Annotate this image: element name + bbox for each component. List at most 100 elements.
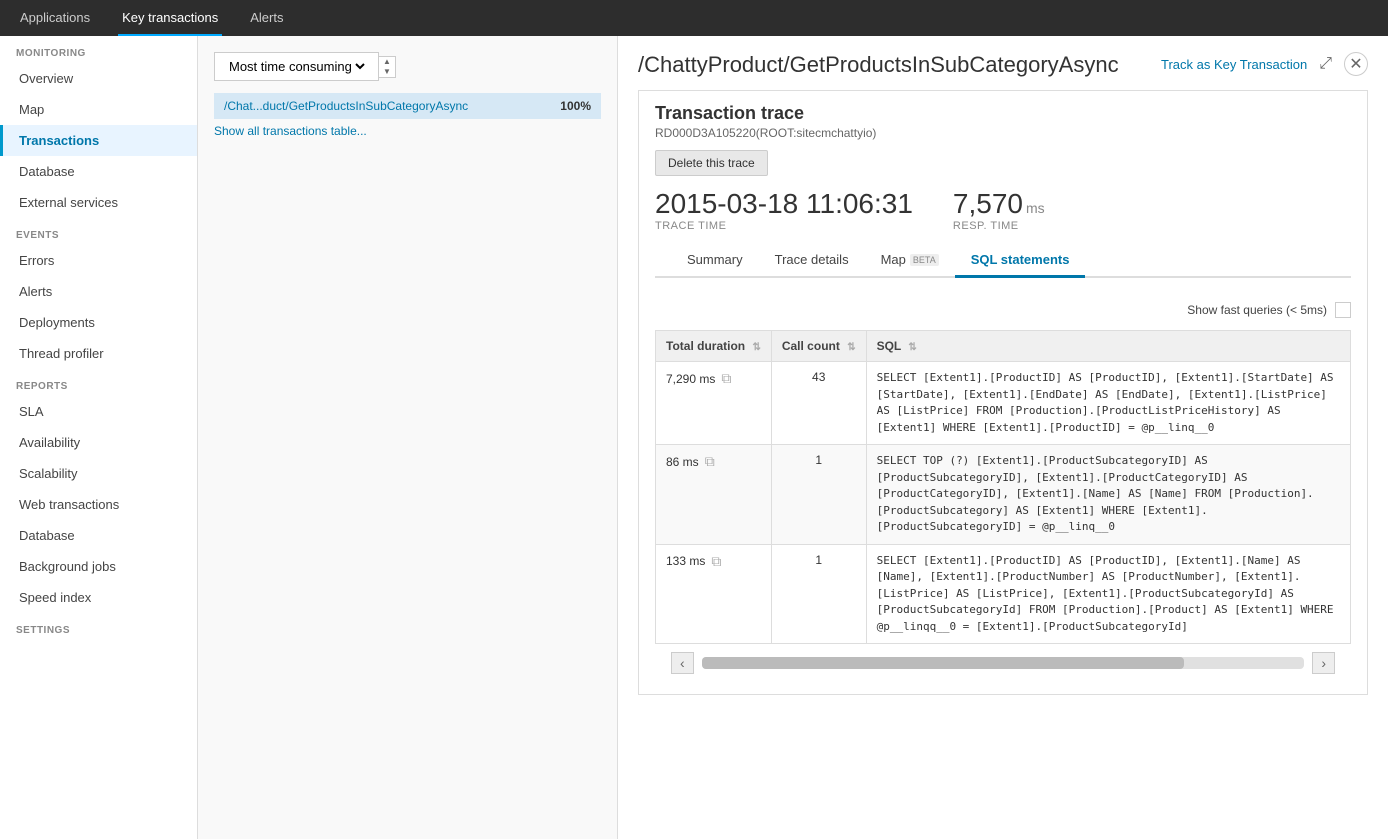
sidebar-item-scalability[interactable]: Scalability bbox=[0, 458, 197, 489]
sql-text-3: SELECT [Extent1].[ProductID] AS [Product… bbox=[877, 553, 1340, 636]
sql-cell-1[interactable]: SELECT [Extent1].[ProductID] AS [Product… bbox=[866, 362, 1350, 445]
tabs-row: Summary Trace details Map BETA SQL state… bbox=[655, 244, 1351, 278]
sidebar: MONITORING Overview Map Transactions Dat… bbox=[0, 36, 198, 839]
main-content: Most time consuming ▲ ▼ /Chat...duct/Get… bbox=[198, 36, 1388, 839]
transaction-row[interactable]: /Chat...duct/GetProductsInSubCategoryAsy… bbox=[214, 93, 601, 119]
trace-time-label: TRACE TIME bbox=[655, 220, 913, 232]
trace-card-title: Transaction trace bbox=[655, 103, 1351, 124]
trace-card-inner: Transaction trace RD000D3A105220(ROOT:si… bbox=[639, 91, 1367, 290]
sidebar-item-transactions[interactable]: Transactions bbox=[0, 125, 197, 156]
dropdown-row: Most time consuming ▲ ▼ bbox=[214, 52, 601, 81]
transaction-pct: 100% bbox=[560, 99, 591, 113]
sort-count-icon: ⇅ bbox=[847, 342, 855, 353]
sidebar-item-map[interactable]: Map bbox=[0, 94, 197, 125]
sidebar-item-background-jobs[interactable]: Background jobs bbox=[0, 551, 197, 582]
close-button[interactable]: ✕ bbox=[1344, 52, 1368, 76]
resp-time-metric: 7,570 ms RESP. TIME bbox=[953, 188, 1045, 232]
trace-time-value: 2015-03-18 11:06:31 bbox=[655, 188, 913, 220]
copy-icon-2[interactable]: ⧉ bbox=[705, 453, 715, 470]
sidebar-section-label-settings: SETTINGS bbox=[0, 613, 197, 640]
nav-key-transactions[interactable]: Key transactions bbox=[118, 0, 222, 36]
trace-time-metric: 2015-03-18 11:06:31 TRACE TIME bbox=[655, 188, 913, 232]
sidebar-item-alerts[interactable]: Alerts bbox=[0, 276, 197, 307]
sidebar-item-sla[interactable]: SLA bbox=[0, 396, 197, 427]
trace-card: Transaction trace RD000D3A105220(ROOT:si… bbox=[638, 90, 1368, 695]
copy-icon-3[interactable]: ⧉ bbox=[711, 553, 721, 570]
col-total-duration[interactable]: Total duration ⇅ bbox=[656, 331, 772, 362]
resp-time-label: RESP. TIME bbox=[953, 220, 1045, 232]
left-panel: Most time consuming ▲ ▼ /Chat...duct/Get… bbox=[198, 36, 618, 839]
sidebar-item-database[interactable]: Database bbox=[0, 156, 197, 187]
count-cell-2: 1 bbox=[771, 445, 866, 545]
sidebar-item-thread-profiler[interactable]: Thread profiler bbox=[0, 338, 197, 369]
copy-icon-1[interactable]: ⧉ bbox=[721, 370, 731, 387]
tab-sql-statements[interactable]: SQL statements bbox=[955, 244, 1086, 278]
sql-text-1: SELECT [Extent1].[ProductID] AS [Product… bbox=[877, 370, 1340, 436]
resp-time-value: 7,570 ms bbox=[953, 188, 1045, 220]
delete-trace-button[interactable]: Delete this trace bbox=[655, 150, 768, 176]
tab-map[interactable]: Map BETA bbox=[865, 244, 955, 278]
col-call-count[interactable]: Call count ⇅ bbox=[771, 331, 866, 362]
table-row[interactable]: 133 ms ⧉ 1 SELECT [Extent1].[ProductID] … bbox=[656, 544, 1351, 644]
sql-text-2: SELECT TOP (?) [Extent1].[ProductSubcate… bbox=[877, 453, 1340, 536]
scroll-left-button[interactable]: ‹ bbox=[671, 652, 694, 674]
sidebar-section-label-events: EVENTS bbox=[0, 218, 197, 245]
table-row[interactable]: 86 ms ⧉ 1 SELECT TOP (?) [Extent1].[Prod… bbox=[656, 445, 1351, 545]
scroll-right-button[interactable]: › bbox=[1312, 652, 1335, 674]
sort-sql-icon: ⇅ bbox=[908, 342, 916, 353]
sql-cell-3[interactable]: SELECT [Extent1].[ProductID] AS [Product… bbox=[866, 544, 1350, 644]
sidebar-item-speed-index[interactable]: Speed index bbox=[0, 582, 197, 613]
sidebar-section-label-reports: REPORTS bbox=[0, 369, 197, 396]
page-title: /ChattyProduct/GetProductsInSubCategoryA… bbox=[638, 52, 1119, 78]
scrollbar-thumb[interactable] bbox=[702, 657, 1184, 669]
arrow-up-icon: ▲ bbox=[383, 57, 391, 67]
tab-summary[interactable]: Summary bbox=[671, 244, 759, 278]
count-cell-3: 1 bbox=[771, 544, 866, 644]
right-panel: /ChattyProduct/GetProductsInSubCategoryA… bbox=[618, 36, 1388, 839]
top-navigation: Applications Key transactions Alerts bbox=[0, 0, 1388, 36]
nav-applications[interactable]: Applications bbox=[16, 0, 94, 36]
table-row[interactable]: 7,290 ms ⧉ 43 SELECT [Extent1].[ProductI… bbox=[656, 362, 1351, 445]
sql-cell-2[interactable]: SELECT TOP (?) [Extent1].[ProductSubcate… bbox=[866, 445, 1350, 545]
track-key-transaction-button[interactable]: Track as Key Transaction bbox=[1161, 57, 1307, 72]
dropdown-arrows[interactable]: ▲ ▼ bbox=[379, 56, 396, 78]
sidebar-section-reports: REPORTS SLA Availability Scalability Web… bbox=[0, 369, 197, 613]
sidebar-section-events: EVENTS Errors Alerts Deployments Thread … bbox=[0, 218, 197, 369]
trace-card-subtitle: RD000D3A105220(ROOT:sitecmchattyio) bbox=[655, 126, 1351, 140]
sidebar-item-web-transactions[interactable]: Web transactions bbox=[0, 489, 197, 520]
sort-duration-icon: ⇅ bbox=[752, 342, 760, 353]
show-all-transactions-link[interactable]: Show all transactions table... bbox=[214, 124, 367, 138]
count-cell-1: 43 bbox=[771, 362, 866, 445]
sidebar-section-settings: SETTINGS bbox=[0, 613, 197, 640]
arrow-down-icon: ▼ bbox=[383, 67, 391, 77]
trace-header: /ChattyProduct/GetProductsInSubCategoryA… bbox=[618, 36, 1388, 78]
show-fast-queries-row: Show fast queries (< 5ms) bbox=[655, 302, 1351, 318]
duration-cell-1: 7,290 ms ⧉ bbox=[656, 362, 772, 445]
tab-trace-details[interactable]: Trace details bbox=[759, 244, 865, 278]
beta-badge: BETA bbox=[910, 254, 939, 266]
sidebar-item-database-reports[interactable]: Database bbox=[0, 520, 197, 551]
sql-table: Total duration ⇅ Call count ⇅ SQL ⇅ bbox=[655, 330, 1351, 644]
sidebar-item-availability[interactable]: Availability bbox=[0, 427, 197, 458]
sql-table-body: 7,290 ms ⧉ 43 SELECT [Extent1].[ProductI… bbox=[656, 362, 1351, 644]
time-consuming-select[interactable]: Most time consuming bbox=[225, 58, 368, 75]
nav-alerts[interactable]: Alerts bbox=[246, 0, 287, 36]
sidebar-section-label-monitoring: MONITORING bbox=[0, 36, 197, 63]
resp-time-unit: ms bbox=[1026, 200, 1045, 216]
sidebar-item-external-services[interactable]: External services bbox=[0, 187, 197, 218]
show-fast-queries-label: Show fast queries (< 5ms) bbox=[1187, 303, 1327, 317]
transaction-name[interactable]: /Chat...duct/GetProductsInSubCategoryAsy… bbox=[224, 99, 468, 113]
sidebar-item-deployments[interactable]: Deployments bbox=[0, 307, 197, 338]
trace-metrics: 2015-03-18 11:06:31 TRACE TIME 7,570 ms … bbox=[655, 188, 1351, 232]
sidebar-item-overview[interactable]: Overview bbox=[0, 63, 197, 94]
duration-cell-2: 86 ms ⧉ bbox=[656, 445, 772, 545]
show-fast-queries-checkbox[interactable] bbox=[1335, 302, 1351, 318]
expand-icon[interactable]: ⤢ bbox=[1319, 55, 1332, 73]
trace-header-actions: Track as Key Transaction ⤢ ✕ bbox=[1161, 52, 1368, 76]
sidebar-item-errors[interactable]: Errors bbox=[0, 245, 197, 276]
duration-cell-3: 133 ms ⧉ bbox=[656, 544, 772, 644]
horizontal-scrollbar: ‹ › bbox=[655, 644, 1351, 682]
scrollbar-track[interactable] bbox=[702, 657, 1305, 669]
col-sql[interactable]: SQL ⇅ bbox=[866, 331, 1350, 362]
most-time-consuming-dropdown[interactable]: Most time consuming bbox=[214, 52, 379, 81]
